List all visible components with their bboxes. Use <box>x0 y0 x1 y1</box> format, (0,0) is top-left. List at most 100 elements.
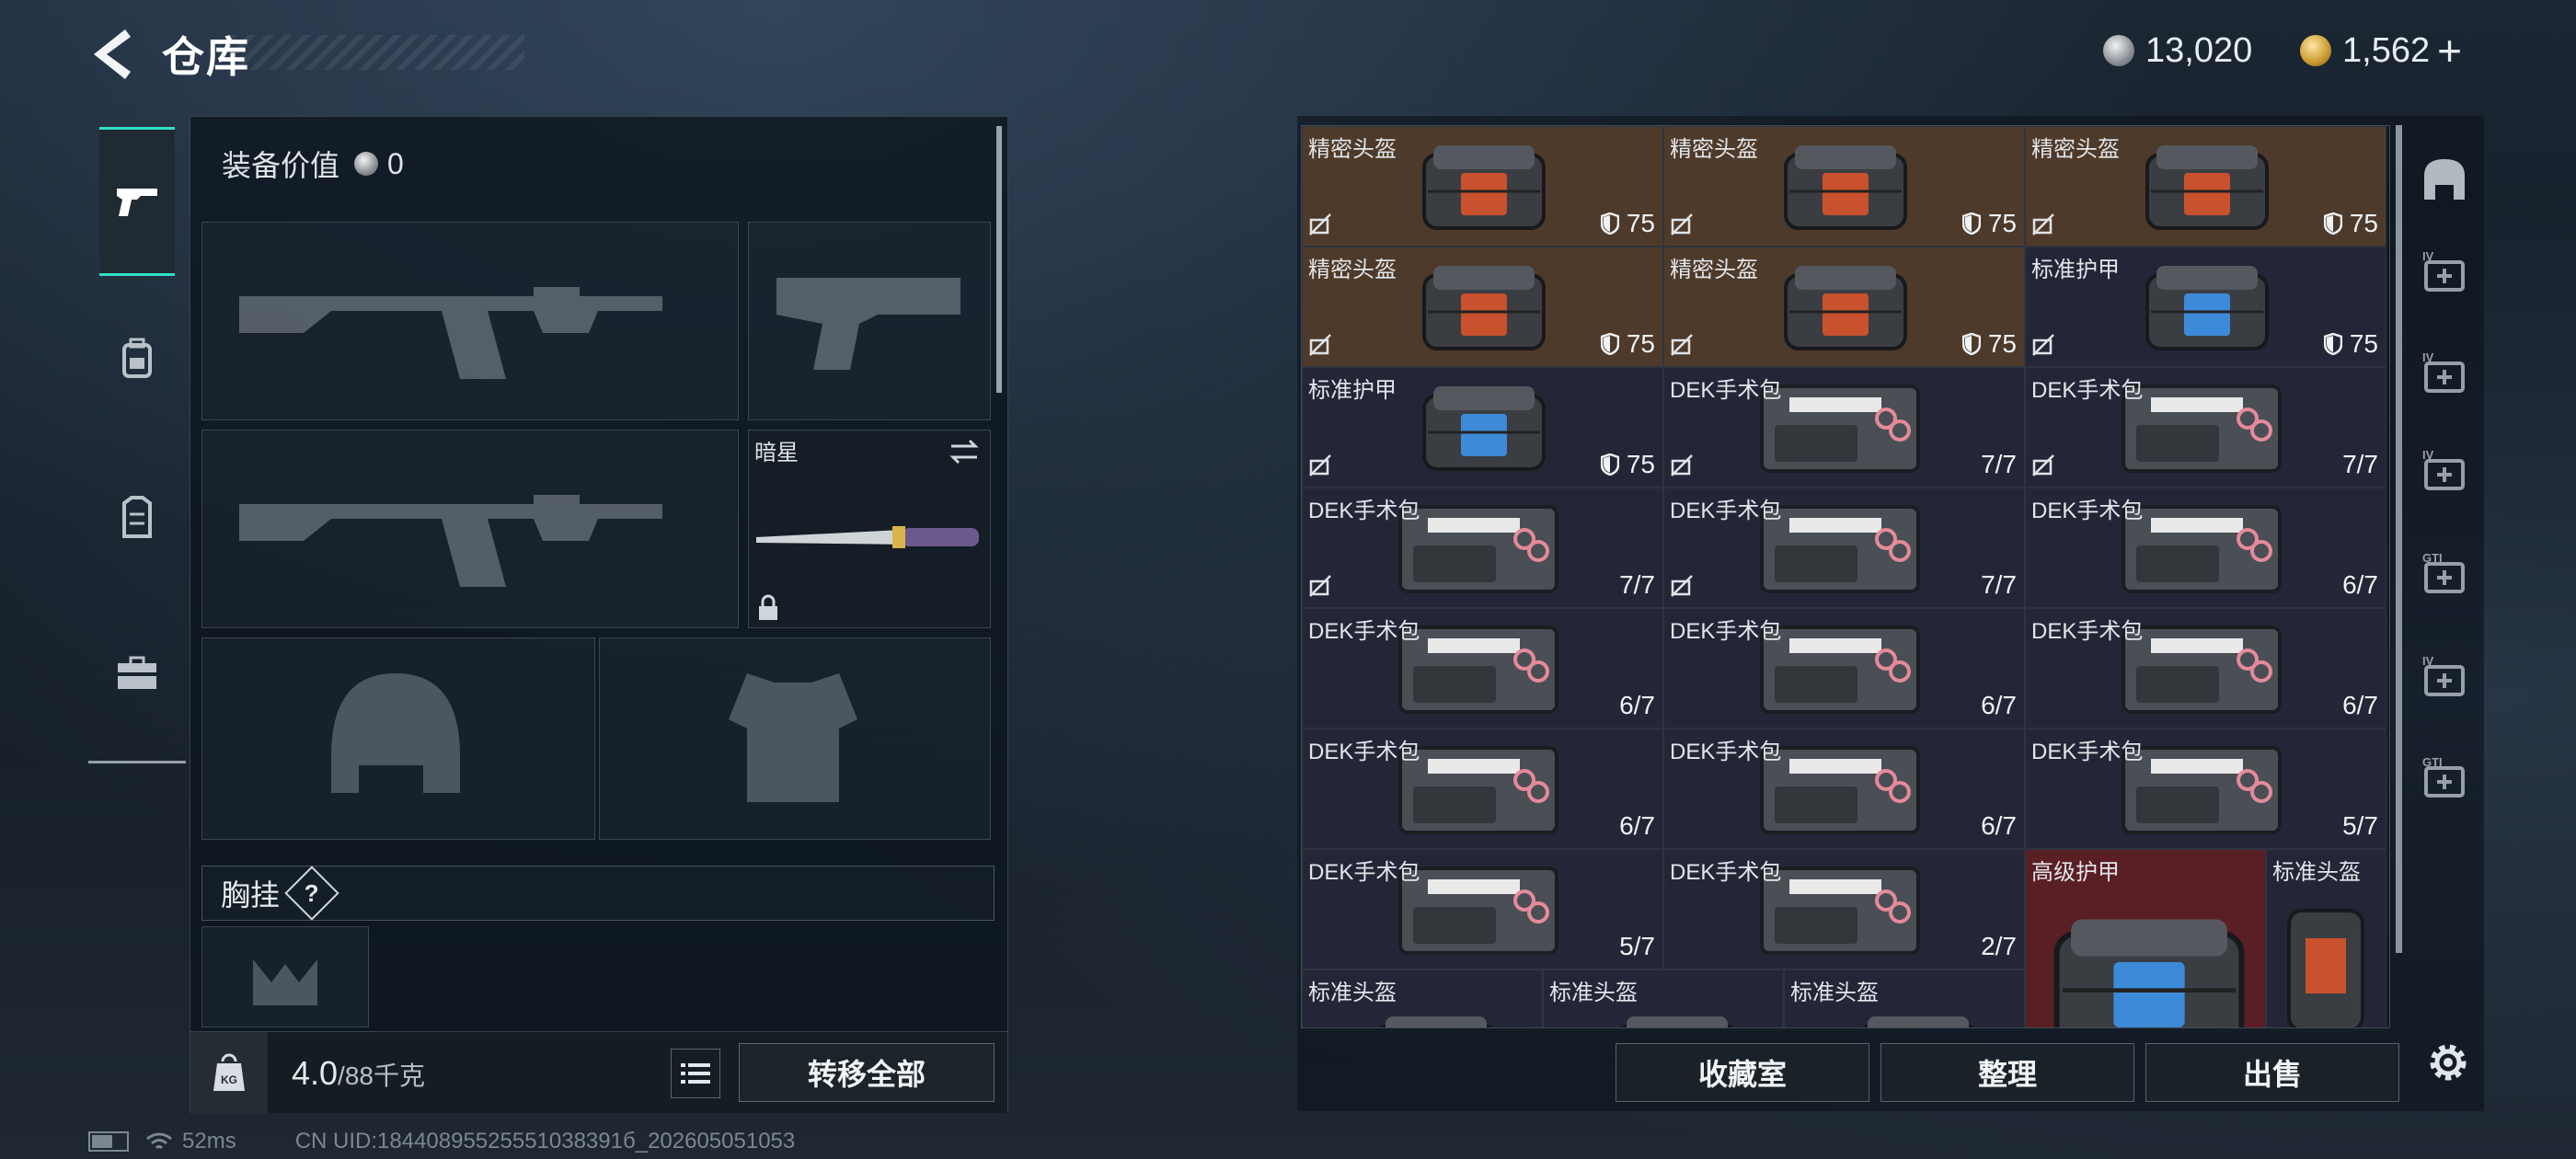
armor-item-icon <box>1422 145 1546 230</box>
storage-item[interactable]: DEK手术包 7/7 <box>1663 488 2025 608</box>
item-name: DEK手术包 <box>1308 619 1420 644</box>
storage-item[interactable]: DEK手术包 5/7 <box>2025 729 2386 849</box>
back-button[interactable] <box>88 26 134 83</box>
help-icon[interactable]: ? <box>284 866 339 921</box>
storage-item-large[interactable]: 高级护甲 <box>2025 849 2266 1027</box>
level-iv-medkit-add-icon: IV <box>2422 448 2465 490</box>
storage-item[interactable]: 标准头盔 <box>1543 970 1784 1027</box>
storage-item-tall[interactable]: 标准头盔 <box>2266 849 2386 1027</box>
item-value: 7/7 <box>1981 570 2017 600</box>
sort-button[interactable]: 整理 <box>1880 1043 2134 1102</box>
armor-slot[interactable] <box>599 637 991 840</box>
storage-tab-4[interactable]: GTI <box>2416 546 2473 603</box>
item-name: 精密头盔 <box>1670 258 1758 282</box>
tab-weapons[interactable] <box>99 127 175 276</box>
equipment-value-amount: 0 <box>387 146 404 180</box>
storage-scrollbar[interactable] <box>2396 125 2402 953</box>
settings-button[interactable] <box>2421 1036 2475 1089</box>
item-value: 7/7 <box>1619 570 1655 600</box>
melee-slot[interactable]: 暗星 <box>748 430 991 628</box>
storage-tab-3[interactable]: IV <box>2416 443 2473 500</box>
storage-item[interactable]: 标准护甲 75 <box>1302 367 1663 488</box>
storage-tab-0[interactable] <box>2416 151 2473 208</box>
item-name: DEK手术包 <box>2031 619 2144 644</box>
storage-tab-1[interactable]: IV <box>2416 245 2473 302</box>
storage-tab-2[interactable]: IV <box>2416 346 2473 403</box>
storage-item[interactable]: DEK手术包 7/7 <box>1302 488 1663 608</box>
storage-item[interactable]: DEK手术包 6/7 <box>2025 488 2386 608</box>
transfer-all-button[interactable]: 转移全部 <box>739 1043 995 1102</box>
tab-backpack[interactable] <box>99 320 175 397</box>
no-trade-icon <box>2032 334 2054 356</box>
melee-item-name: 暗星 <box>754 441 799 465</box>
gear-icon <box>2430 1044 2467 1081</box>
storage-item[interactable]: DEK手术包 7/7 <box>1663 367 2025 488</box>
tab-divider <box>88 761 186 763</box>
storage-item[interactable]: 标准头盔 <box>1302 970 1543 1027</box>
status-bar: 52ms CN UID:18440895525551038391б_202605… <box>88 1128 795 1155</box>
item-value: 5/7 <box>1619 932 1655 961</box>
durability-shield-icon <box>1961 212 1981 235</box>
item-value-text: 75 <box>1626 209 1655 237</box>
add-currency-button[interactable]: + <box>2437 29 2462 72</box>
item-name: 标准护甲 <box>2031 258 2120 282</box>
primary-weapon-slot[interactable] <box>201 222 739 420</box>
ping: 52ms <box>182 1129 236 1153</box>
storage-tab-6[interactable]: GTI <box>2416 751 2473 808</box>
item-value-text: 6/7 <box>1619 811 1655 840</box>
storage-item[interactable]: DEK手术包 7/7 <box>2025 367 2386 488</box>
storage-item[interactable]: 精密头盔 75 <box>1663 126 2025 247</box>
durability-shield-icon <box>1600 333 1619 355</box>
svg-text:GTI: GTI <box>2422 755 2443 769</box>
storage-tab-5[interactable]: IV <box>2416 649 2473 706</box>
wifi-icon <box>146 1132 172 1150</box>
armor-item-icon <box>1422 386 1546 471</box>
armor-item-icon <box>1620 1016 1734 1027</box>
item-value-text: 75 <box>2349 329 2378 358</box>
item-value-text: 6/7 <box>1981 811 2017 840</box>
chest-rig-slot[interactable] <box>201 926 369 1027</box>
tab-vest[interactable] <box>99 478 175 556</box>
storage-item[interactable]: 精密头盔 75 <box>1302 126 1663 247</box>
item-value: 75 <box>1600 209 1655 238</box>
sidearm-slot[interactable] <box>748 222 991 420</box>
storage-item[interactable]: DEK手术包 2/7 <box>1663 849 2025 970</box>
weight-icon: KG <box>213 1053 245 1091</box>
storage-item[interactable]: DEK手术包 6/7 <box>1663 608 2025 729</box>
item-name: 标准头盔 <box>1790 981 1879 1005</box>
storage-item[interactable]: DEK手术包 6/7 <box>1302 608 1663 729</box>
carry-weight: 4.0/88千克 <box>292 1054 425 1093</box>
no-trade-icon <box>1309 334 1331 356</box>
storage-item[interactable]: 精密头盔 75 <box>1302 247 1663 367</box>
level-iv-case-icon: IV <box>2422 249 2465 292</box>
item-name: 标准头盔 <box>1308 981 1397 1005</box>
storage-item[interactable]: DEK手术包 6/7 <box>1663 729 2025 849</box>
helmet-slot[interactable] <box>201 637 595 840</box>
storage-item[interactable]: DEK手术包 6/7 <box>1302 729 1663 849</box>
gold-currency: 1,562 + <box>2300 28 2462 74</box>
sell-button[interactable]: 出售 <box>2145 1043 2399 1102</box>
item-value-text: 75 <box>1626 450 1655 478</box>
no-trade-icon <box>1671 454 1693 476</box>
lock-icon <box>759 594 777 620</box>
loadout-scrollbar[interactable] <box>996 126 1002 393</box>
tab-case[interactable] <box>99 635 175 712</box>
storage-item[interactable]: 标准护甲 75 <box>2025 247 2386 367</box>
storage-item[interactable]: DEK手术包 5/7 <box>1302 849 1663 970</box>
list-view-button[interactable] <box>671 1049 720 1098</box>
swap-icon[interactable] <box>948 438 981 465</box>
durability-shield-icon <box>1961 333 1981 355</box>
item-value: 75 <box>2323 329 2378 359</box>
collection-room-button[interactable]: 收藏室 <box>1616 1043 1869 1102</box>
svg-text:IV: IV <box>2422 448 2434 462</box>
storage-panel: 精密头盔 75 精密头盔 75 精密头盔 75 精密头盔 75 精密头盔 75 标准护甲 75 标准护甲… <box>1297 116 2484 1111</box>
storage-item[interactable]: 精密头盔 75 <box>2025 126 2386 247</box>
item-name: 精密头盔 <box>1308 258 1397 282</box>
storage-item[interactable]: DEK手术包 6/7 <box>2025 608 2386 729</box>
item-value: 7/7 <box>2342 450 2378 479</box>
secondary-weapon-slot[interactable] <box>201 430 739 628</box>
item-name: 精密头盔 <box>1308 137 1397 162</box>
storage-item[interactable]: 标准头盔 <box>1784 970 2025 1027</box>
storage-item[interactable]: 精密头盔 75 <box>1663 247 2025 367</box>
item-name: 标准头盔 <box>2272 860 2361 885</box>
